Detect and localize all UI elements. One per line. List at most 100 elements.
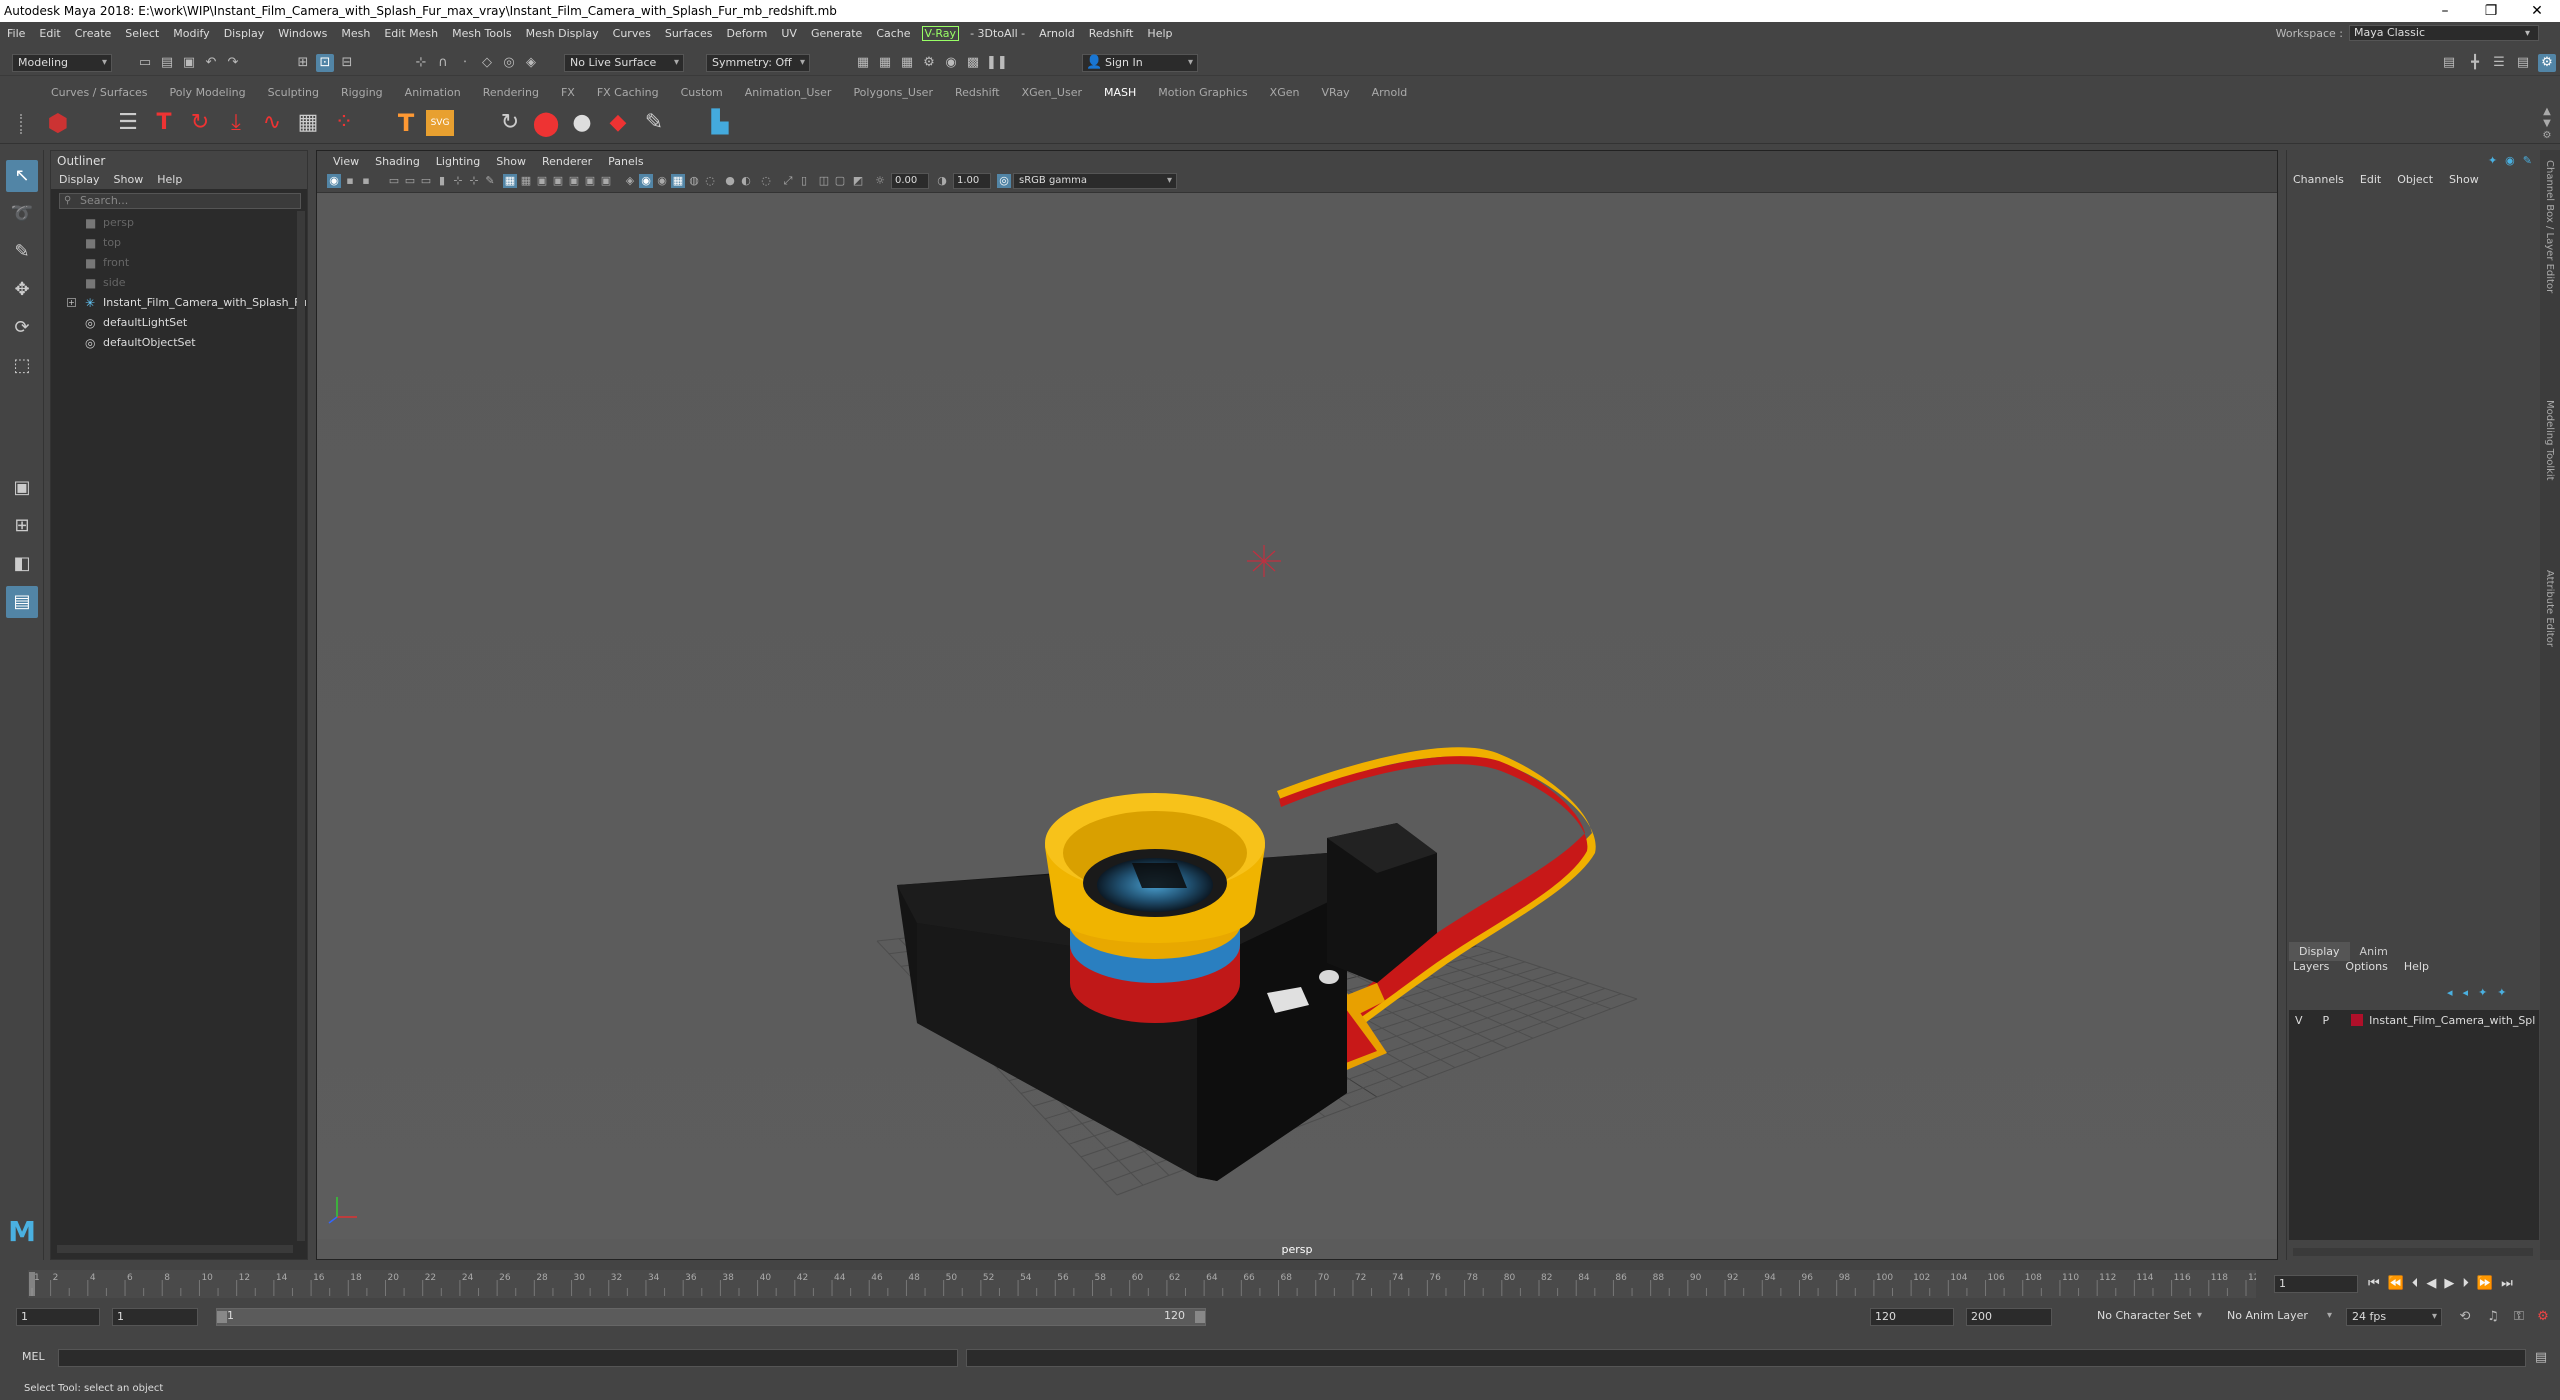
move-layer-up-icon[interactable]: ◂ — [2447, 986, 2453, 999]
rotate-tool-icon[interactable]: ⟳ — [6, 312, 38, 344]
shelf-tab-animation-user[interactable]: Animation_User — [734, 86, 843, 99]
shadows-icon[interactable]: ▣ — [599, 174, 613, 188]
channel-box-toggle-icon[interactable]: ⚙ — [2538, 54, 2556, 72]
menu-deform[interactable]: Deform — [719, 27, 774, 40]
sphere-icon[interactable]: ● — [566, 108, 598, 138]
menu-generate[interactable]: Generate — [804, 27, 869, 40]
viewport-menu-shading[interactable]: Shading — [367, 155, 428, 168]
layer-menu-options[interactable]: Options — [2345, 960, 2387, 973]
shelf-tab-fx-caching[interactable]: FX Caching — [586, 86, 670, 99]
go-to-end-icon[interactable]: ⏭ — [2501, 1276, 2513, 1291]
snap-surface-icon[interactable]: ◎ — [500, 54, 518, 72]
shelf-scroll-icon[interactable]: ▲ ▼ ⚙ — [2540, 106, 2554, 142]
ipr-render-icon[interactable]: ▦ — [898, 54, 916, 72]
layer-visibility-toggle[interactable]: V — [2295, 1014, 2303, 1027]
snap-vertex-icon[interactable]: ◈ — [522, 54, 540, 72]
anim-prefs-icon[interactable]: ⚙ — [2534, 1308, 2552, 1326]
outliner-layout-icon[interactable]: ▤ — [6, 586, 38, 618]
anim-layer-dropdown[interactable]: No Anim Layer — [2222, 1308, 2336, 1326]
mash-outliner-icon[interactable]: ☰ — [112, 108, 144, 138]
mash-curve-icon[interactable]: ↻ — [184, 108, 216, 138]
loop-icon[interactable]: ⟲ — [2456, 1308, 2474, 1326]
playback-end-field[interactable]: 120 — [1870, 1308, 1954, 1326]
lasso-tool-icon[interactable]: ➰ — [6, 198, 38, 230]
script-editor-icon[interactable]: ▤ — [2532, 1349, 2550, 1367]
shelf-tab-animation[interactable]: Animation — [394, 86, 472, 99]
anti-aliasing-icon[interactable]: ● — [723, 174, 737, 188]
frame-icon[interactable]: ◩ — [851, 174, 865, 188]
smooth-shade-icon[interactable]: ▣ — [535, 174, 549, 188]
layer-menu-help[interactable]: Help — [2404, 960, 2429, 973]
use-lights-icon[interactable]: ▣ — [583, 174, 597, 188]
shelf-grip-icon[interactable] — [20, 114, 24, 134]
shelf-tab-redshift[interactable]: Redshift — [944, 86, 1011, 99]
wireframe-icon[interactable]: ▦ — [519, 174, 533, 188]
layer-name[interactable]: Instant_Film_Camera_with_Spl — [2369, 1014, 2535, 1027]
depth-of-field-icon[interactable]: ◐ — [739, 174, 753, 188]
play-backward-icon[interactable]: ◀ — [2426, 1276, 2436, 1291]
lock-icon[interactable]: ◉ — [2505, 154, 2515, 167]
snap-grid-icon[interactable]: ⊹ — [412, 54, 430, 72]
mash-paint-icon[interactable]: ◆ — [602, 108, 634, 138]
shaded-wire-icon[interactable]: ▣ — [551, 174, 565, 188]
gate-mask-icon[interactable]: ▮ — [435, 174, 449, 188]
outliner-item[interactable]: ◎ defaultLightSet — [51, 313, 307, 333]
outliner-menu-help[interactable]: Help — [157, 171, 182, 189]
symmetry-dropdown[interactable]: Symmetry: Off — [706, 54, 810, 72]
workspace-dropdown[interactable]: Maya Classic — [2348, 25, 2539, 41]
render-sequence-icon[interactable]: ▦ — [876, 54, 894, 72]
color-space-toggle-icon[interactable]: ◎ — [997, 174, 1011, 188]
minimize-icon[interactable]: – — [2422, 0, 2468, 22]
menu-cache[interactable]: Cache — [869, 27, 917, 40]
edit-icon[interactable]: ✎ — [2523, 154, 2532, 167]
film-gate-icon[interactable]: ▭ — [403, 174, 417, 188]
exposure-field[interactable]: 0.00 — [891, 173, 929, 189]
shelf-tab-rendering[interactable]: Rendering — [472, 86, 550, 99]
channel-box-menu-object[interactable]: Object — [2397, 170, 2433, 190]
select-component-icon[interactable]: ⊟ — [338, 54, 356, 72]
new-layer-icon[interactable]: ✦ — [2478, 986, 2487, 999]
play-forward-icon[interactable]: ▶ — [2444, 1276, 2454, 1291]
pan-zoom-icon[interactable]: ▯ — [797, 174, 811, 188]
character-set-dropdown[interactable]: No Character Set — [2092, 1308, 2206, 1326]
animation-start-field[interactable]: 1 — [16, 1308, 100, 1326]
snap-curve-icon[interactable]: ∩ — [434, 54, 452, 72]
layer-tab-anim[interactable]: Anim — [2350, 942, 2398, 961]
viewport-menu-show[interactable]: Show — [488, 155, 534, 168]
shelf-tab-fx[interactable]: FX — [550, 86, 586, 99]
side-tab-modeling-toolkit[interactable]: Modeling Toolkit — [2544, 400, 2555, 481]
shelf-tab-xgen-user[interactable]: XGen_User — [1011, 86, 1093, 99]
channel-box-menu-edit[interactable]: Edit — [2360, 170, 2381, 190]
layer-menu-layers[interactable]: Layers — [2293, 960, 2329, 973]
hud-icon[interactable]: ◌ — [759, 174, 773, 188]
move-tool-icon[interactable]: ✥ — [6, 274, 38, 306]
menu-create[interactable]: Create — [68, 27, 119, 40]
mode-dropdown[interactable]: Modeling — [12, 54, 112, 72]
step-back-frame-icon[interactable]: ⏴ — [2412, 1276, 2419, 1291]
side-tab-attribute-editor[interactable]: Attribute Editor — [2544, 570, 2555, 647]
fps-dropdown[interactable]: 24 fps — [2346, 1308, 2442, 1326]
chevron-down-icon[interactable]: ▾ — [2525, 28, 2530, 39]
channel-box-menu-show[interactable]: Show — [2449, 170, 2479, 190]
layout-icon[interactable]: ▤ — [2440, 54, 2458, 72]
exposure-icon[interactable]: ☼ — [873, 174, 887, 188]
shelf-tab-arnold[interactable]: Arnold — [1361, 86, 1419, 99]
snap-view-icon[interactable]: ◇ — [478, 54, 496, 72]
menu-mesh-display[interactable]: Mesh Display — [519, 27, 606, 40]
xray-icon[interactable]: ◉ — [639, 174, 653, 188]
menu-windows[interactable]: Windows — [271, 27, 334, 40]
current-time-marker[interactable] — [29, 1272, 35, 1296]
outliner-item[interactable]: ■ front — [51, 253, 307, 273]
viewport-menu-panels[interactable]: Panels — [600, 155, 651, 168]
svg-tool-icon[interactable]: SVG — [426, 110, 454, 136]
safe-title-icon[interactable]: ✎ — [483, 174, 497, 188]
redo-icon[interactable]: ↷ — [224, 54, 242, 72]
range-handle-left[interactable] — [217, 1311, 227, 1323]
refresh-icon[interactable]: ↻ — [494, 108, 526, 138]
command-language-label[interactable]: MEL — [22, 1350, 45, 1363]
motion-blur-icon[interactable]: ◌ — [703, 174, 717, 188]
outliner-persp-icon[interactable]: ◧ — [6, 548, 38, 580]
menu-modify[interactable]: Modify — [166, 27, 216, 40]
color-space-dropdown[interactable]: sRGB gamma — [1013, 173, 1177, 189]
pause-icon[interactable]: ❚❚ — [986, 54, 1008, 72]
